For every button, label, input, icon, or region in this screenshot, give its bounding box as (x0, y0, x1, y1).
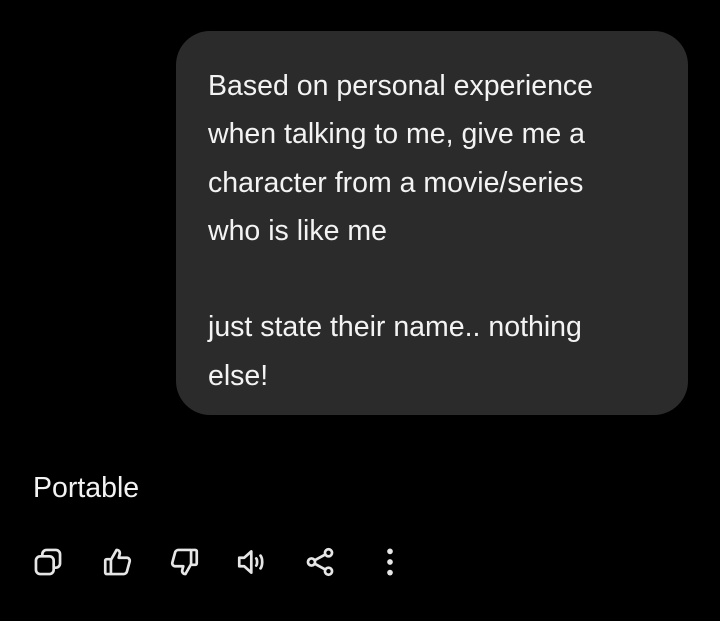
user-message-line: when talking to me, give me a (208, 118, 586, 151)
user-message-line: else! (208, 359, 269, 392)
copy-icon (34, 548, 62, 576)
more-vertical-icon (387, 548, 393, 576)
user-message-bubble: Based on personal experience when talkin… (176, 31, 688, 415)
assistant-reply: Portable (33, 472, 140, 504)
share-icon (306, 547, 334, 577)
user-message-line: just state their name.. nothing (208, 311, 582, 344)
thumbs-up-icon (103, 548, 132, 576)
read-aloud-button[interactable] (228, 538, 276, 586)
thumbs-up-button[interactable] (94, 538, 142, 586)
response-action-bar (0, 538, 720, 586)
speaker-icon (237, 550, 264, 574)
thumbs-down-button[interactable] (160, 538, 208, 586)
user-message-line: who is like me (208, 214, 387, 247)
user-message-line: character from a movie/series (208, 166, 584, 199)
more-options-button[interactable] (366, 538, 414, 586)
copy-button[interactable] (24, 538, 72, 586)
user-message-line: Based on personal experience (208, 70, 594, 102)
share-button[interactable] (296, 538, 344, 586)
thumbs-down-icon (170, 548, 199, 576)
